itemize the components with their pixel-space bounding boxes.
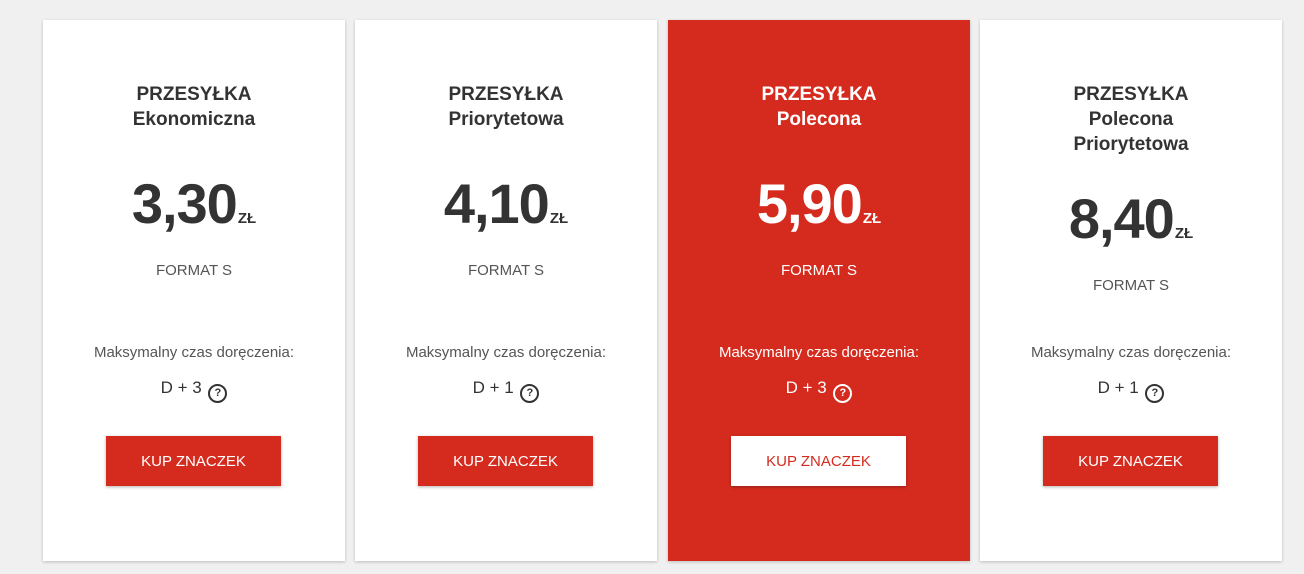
question-circle-icon[interactable]: ? bbox=[833, 384, 853, 403]
card-title-line: Ekonomiczna bbox=[132, 109, 256, 130]
price: 5,90ZŁ bbox=[668, 172, 970, 251]
card-title-line: PRZESYŁKA bbox=[448, 84, 564, 105]
format-label: FORMAT S bbox=[780, 262, 858, 279]
buy-stamp-button[interactable]: KUP ZNACZEK bbox=[418, 436, 593, 486]
pricing-card-polecona: PRZESYŁKA Polecona 5,90ZŁ FORMAT S Maksy… bbox=[668, 20, 970, 561]
price-currency: ZŁ bbox=[862, 210, 882, 227]
card-title-line: PRZESYŁKA bbox=[761, 84, 877, 105]
card-title-line: Priorytetowa bbox=[448, 109, 564, 130]
buy-stamp-button[interactable]: KUP ZNACZEK bbox=[106, 436, 281, 486]
price-amount: 4,10 bbox=[443, 172, 550, 235]
card-title-line: Polecona bbox=[776, 109, 862, 130]
pricing-card-ekonomiczna: PRZESYŁKA Ekonomiczna 3,30ZŁ FORMAT S Ma… bbox=[43, 20, 345, 561]
buy-stamp-button[interactable]: KUP ZNACZEK bbox=[1043, 436, 1218, 486]
format-label: FORMAT S bbox=[467, 262, 545, 279]
question-circle-icon[interactable]: ? bbox=[208, 384, 228, 403]
delivery-time-label: Maksymalny czas doręczenia: bbox=[718, 344, 920, 361]
card-title: PRZESYŁKA Polecona bbox=[668, 82, 970, 132]
card-title-line: PRZESYŁKA bbox=[1073, 84, 1189, 105]
price: 4,10ZŁ bbox=[355, 172, 657, 251]
buy-stamp-button[interactable]: KUP ZNACZEK bbox=[731, 436, 906, 486]
price: 8,40ZŁ bbox=[980, 187, 1282, 266]
price: 3,30ZŁ bbox=[43, 172, 345, 251]
question-circle-icon[interactable]: ? bbox=[1145, 384, 1165, 403]
delivery-time-text: D + 1 bbox=[1097, 378, 1139, 397]
delivery-time-text: D + 3 bbox=[785, 378, 827, 397]
price-currency: ZŁ bbox=[1174, 225, 1194, 242]
delivery-time-value: D + 3 ? bbox=[668, 377, 970, 403]
card-title-line: PRZESYŁKA bbox=[136, 84, 252, 105]
format-label: FORMAT S bbox=[155, 262, 233, 279]
card-title: PRZESYŁKA Priorytetowa bbox=[355, 82, 657, 132]
price-currency: ZŁ bbox=[237, 210, 257, 227]
price-amount: 3,30 bbox=[131, 172, 238, 235]
delivery-time-text: D + 1 bbox=[472, 378, 514, 397]
delivery-time-label: Maksymalny czas doręczenia: bbox=[93, 344, 295, 361]
delivery-time-label: Maksymalny czas doręczenia: bbox=[1030, 344, 1232, 361]
pricing-cards: PRZESYŁKA Ekonomiczna 3,30ZŁ FORMAT S Ma… bbox=[0, 0, 1304, 574]
price-amount: 8,40 bbox=[1068, 187, 1175, 250]
price-amount: 5,90 bbox=[756, 172, 863, 235]
pricing-card-polecona-priorytetowa: PRZESYŁKA Polecona Priorytetowa 8,40ZŁ F… bbox=[980, 20, 1282, 561]
delivery-time-value: D + 1 ? bbox=[355, 377, 657, 403]
question-circle-icon[interactable]: ? bbox=[520, 384, 540, 403]
delivery-time-label: Maksymalny czas doręczenia: bbox=[405, 344, 607, 361]
price-currency: ZŁ bbox=[549, 210, 569, 227]
delivery-time-text: D + 3 bbox=[160, 378, 202, 397]
card-title-line: Polecona bbox=[1088, 109, 1174, 130]
delivery-time-value: D + 1 ? bbox=[980, 377, 1282, 403]
delivery-time-value: D + 3 ? bbox=[43, 377, 345, 403]
pricing-card-priorytetowa: PRZESYŁKA Priorytetowa 4,10ZŁ FORMAT S M… bbox=[355, 20, 657, 561]
card-title: PRZESYŁKA Ekonomiczna bbox=[43, 82, 345, 132]
format-label: FORMAT S bbox=[1092, 277, 1170, 294]
card-title: PRZESYŁKA Polecona Priorytetowa bbox=[980, 82, 1282, 157]
card-title-line: Priorytetowa bbox=[1073, 134, 1189, 155]
